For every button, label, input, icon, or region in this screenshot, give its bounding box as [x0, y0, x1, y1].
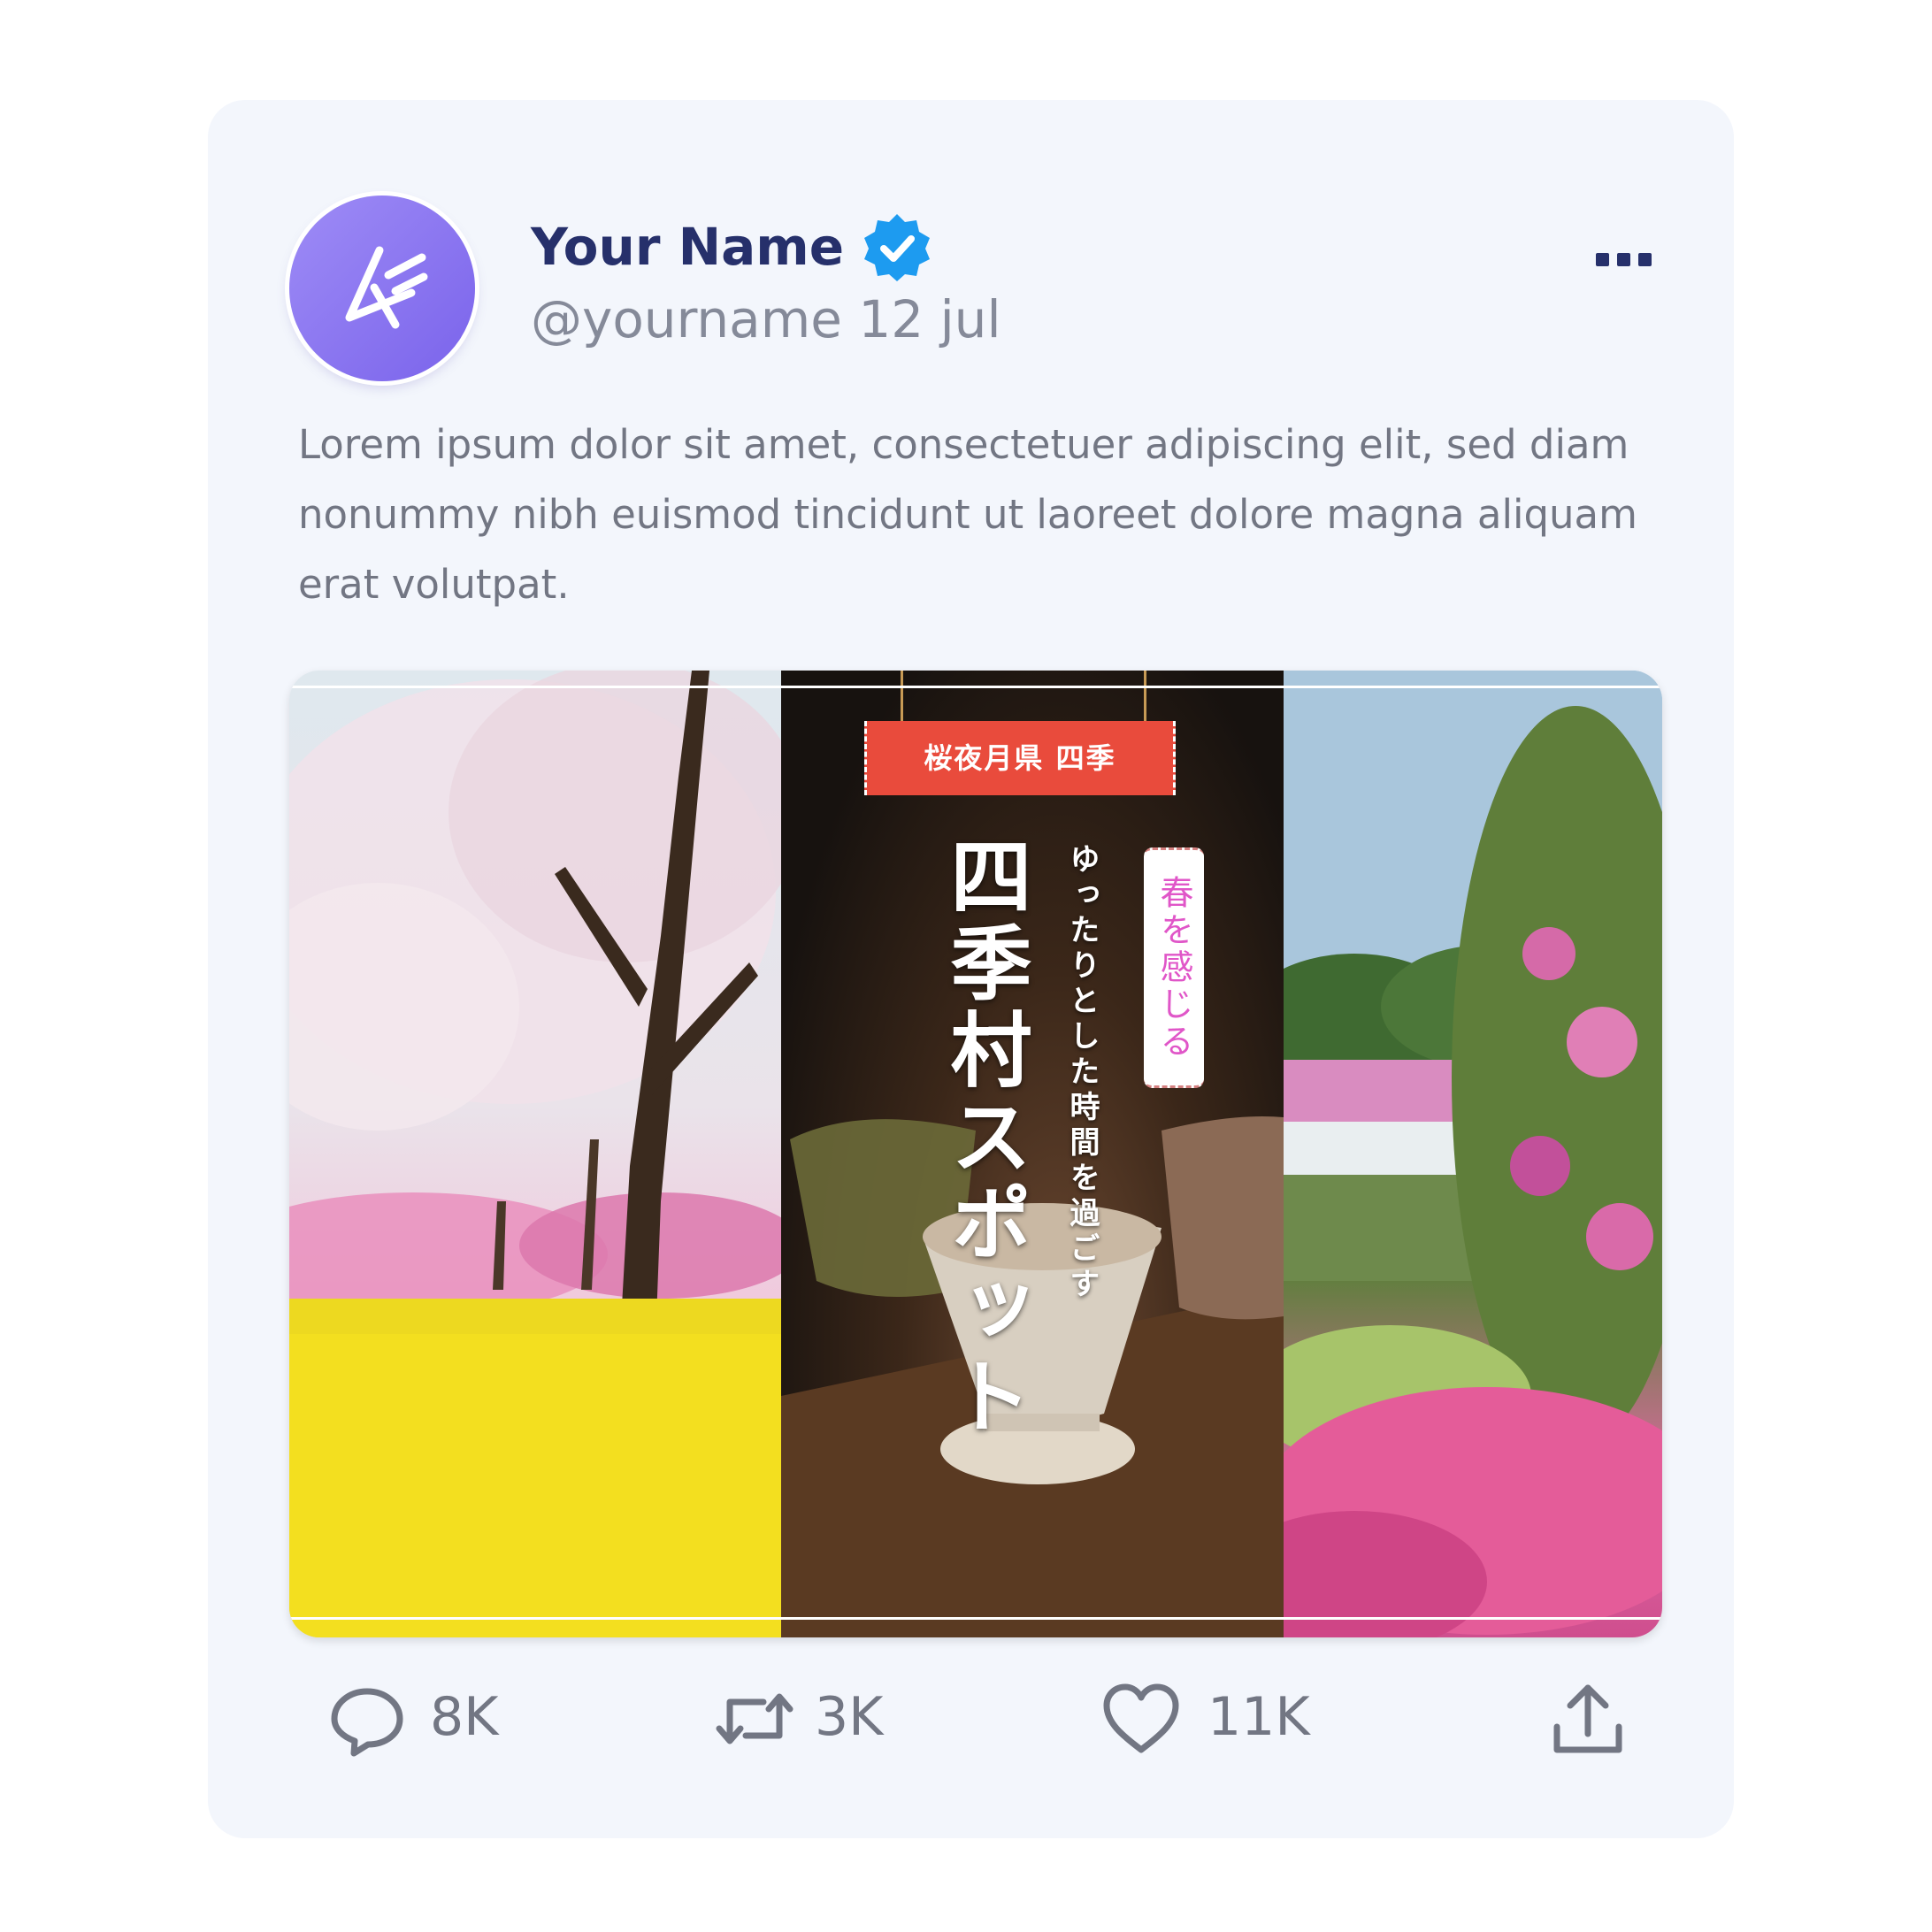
retweet-button[interactable]: 3K — [712, 1670, 942, 1767]
avatar[interactable] — [289, 196, 475, 381]
tweet-actions: 8K 3K 11K — [208, 1670, 1734, 1767]
rose-garden-photo — [1284, 671, 1662, 1637]
author-name[interactable]: Your Name — [531, 217, 844, 277]
like-button[interactable]: 11K — [1101, 1670, 1331, 1767]
tweet-text: Lorem ipsum dolor sit amet, consectetuer… — [298, 421, 1637, 608]
more-icon[interactable] — [1592, 237, 1654, 281]
reply-button[interactable]: 8K — [327, 1670, 557, 1767]
tweet-media[interactable]: 桜夜月県 四季 四季村スポット ゆったりとした時間を過ごす 春を感じる — [289, 671, 1662, 1637]
frame-line-bottom — [289, 1617, 1662, 1620]
banner-label: 桜夜月県 四季 — [864, 721, 1176, 795]
hanging-string — [901, 671, 903, 724]
share-button[interactable] — [1548, 1670, 1637, 1767]
frame-line-top — [289, 686, 1662, 688]
coffee-photo: 桜夜月県 四季 四季村スポット ゆったりとした時間を過ごす 春を感じる — [781, 671, 1284, 1637]
logo-icon — [345, 246, 428, 329]
handle-date: @yourname 12 jul — [531, 289, 1001, 349]
like-count: 11K — [1208, 1686, 1310, 1748]
retweet-count: 3K — [815, 1686, 884, 1748]
retweet-icon — [716, 1693, 794, 1744]
reply-icon — [331, 1688, 403, 1757]
author-handle[interactable]: @yourname — [531, 289, 842, 349]
tweet-date[interactable]: 12 jul — [858, 289, 1000, 349]
verified-badge-icon — [864, 214, 930, 281]
reply-count: 8K — [430, 1686, 499, 1748]
banner-title: 四季村スポット — [937, 834, 1032, 1441]
like-icon — [1103, 1683, 1179, 1753]
cherry-blossom-photo — [289, 671, 781, 1637]
banner-tag: 春を感じる — [1144, 847, 1204, 1088]
tweet-card: Your Name @yourname 12 jul Lorem ipsum d… — [208, 100, 1734, 1838]
share-icon — [1553, 1684, 1622, 1753]
banner-subtitle: ゆったりとした時間を過ごす — [1064, 843, 1100, 1303]
hanging-string — [1144, 671, 1146, 724]
